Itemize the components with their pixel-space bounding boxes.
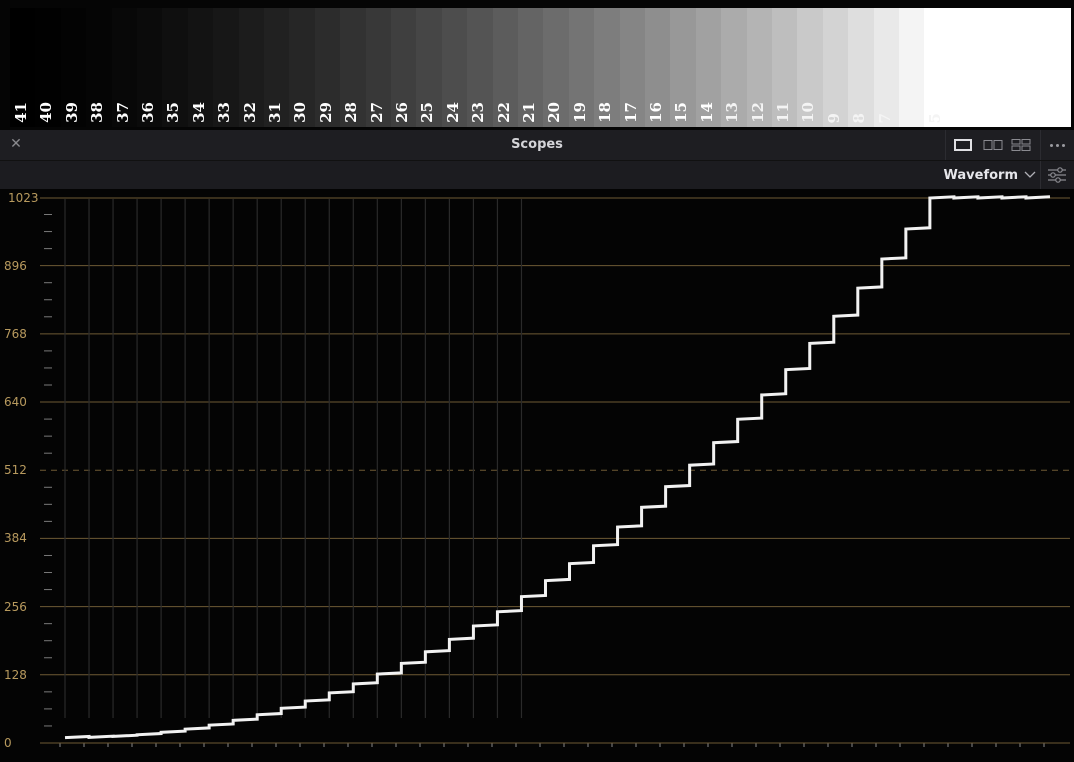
- waveform-scope[interactable]: 1023 896 768 640 512 384 256 128 0: [0, 189, 1074, 762]
- chevron-down-icon: [1024, 171, 1036, 178]
- step-label: 8: [850, 112, 869, 123]
- scope-toolbar: Waveform: [0, 161, 1074, 189]
- scopes-header: ✕ Scopes: [0, 130, 1074, 161]
- y-axis-label: 512: [4, 463, 27, 478]
- y-axis-label: 768: [4, 326, 27, 341]
- step-label: 41: [12, 102, 30, 123]
- step-label: 12: [748, 102, 767, 123]
- dual-view-icon[interactable]: [980, 134, 1006, 156]
- step-label: 29: [316, 102, 335, 123]
- step-label: 10: [799, 102, 818, 123]
- step-label: 19: [570, 102, 589, 123]
- step-label: 39: [62, 102, 81, 123]
- waveform-graph: [40, 195, 1070, 747]
- single-view-icon[interactable]: [950, 134, 976, 156]
- y-axis-label: 0: [4, 736, 12, 750]
- toolbar-divider: [1040, 161, 1041, 189]
- wedge-step: [822, 8, 849, 127]
- step-label: 13: [723, 102, 742, 123]
- waveform-trace: [64, 195, 1051, 740]
- step-label: 31: [266, 102, 284, 123]
- step-label: 16: [647, 102, 665, 123]
- step-label: 38: [88, 102, 107, 123]
- wedge-step: [949, 8, 1071, 127]
- viewer-preview: 41 40 39 38 37 36 35 34 33 32 31 30 29 28 27 26 25 24 23 22…: [0, 0, 1074, 130]
- step-label: 11: [774, 102, 792, 123]
- wedge-step: [873, 8, 900, 127]
- step-label: 36: [139, 102, 157, 123]
- y-axis-label: 128: [4, 667, 27, 682]
- step-label: 15: [672, 102, 691, 123]
- step-label: 34: [189, 102, 208, 123]
- step-wedge-image: 41 40 39 38 37 36 35 34 33 32 31 30 29 28 27 26 25 24 23 22…: [10, 8, 1071, 127]
- y-axis-label: 896: [4, 258, 27, 273]
- step-label: 27: [367, 102, 386, 123]
- wedge-step: [899, 8, 925, 127]
- step-label: 18: [596, 102, 615, 123]
- step-label: 32: [240, 102, 259, 123]
- y-axis-label: 256: [4, 599, 27, 614]
- scope-mode-dropdown[interactable]: Waveform: [944, 165, 1036, 185]
- wedge-step: [848, 8, 875, 127]
- step-label: 30: [291, 102, 310, 123]
- wedge-step: [924, 8, 951, 127]
- step-label: 35: [164, 102, 183, 123]
- step-label: 7: [875, 112, 894, 123]
- header-divider: [945, 130, 946, 160]
- step-label: 26: [393, 102, 411, 123]
- step-label: 20: [545, 102, 564, 123]
- quad-view-icon[interactable]: [1008, 134, 1034, 156]
- y-axis-label: 640: [4, 395, 27, 410]
- step-label: 6: [901, 112, 919, 123]
- step-label: 17: [621, 102, 640, 123]
- step-label: 24: [443, 102, 462, 123]
- step-label: 28: [342, 102, 361, 123]
- step-label: 22: [494, 102, 513, 123]
- step-label: 14: [697, 102, 716, 123]
- step-label: 5: [926, 112, 945, 123]
- scope-mode-label: Waveform: [943, 167, 1018, 183]
- step-label: 33: [215, 102, 234, 123]
- y-axis-label: 384: [4, 531, 27, 546]
- step-label: 23: [469, 102, 488, 123]
- step-label: 37: [113, 102, 132, 123]
- step-label: 21: [520, 102, 538, 123]
- step-label: 40: [37, 102, 56, 123]
- panel-title: Scopes: [511, 137, 563, 152]
- step-label: 25: [418, 102, 437, 123]
- step-label: 9: [824, 112, 843, 123]
- more-icon[interactable]: [1044, 134, 1070, 156]
- y-axis-label: 1023: [8, 191, 39, 205]
- header-divider: [1040, 130, 1041, 160]
- settings-sliders-icon[interactable]: [1046, 165, 1068, 185]
